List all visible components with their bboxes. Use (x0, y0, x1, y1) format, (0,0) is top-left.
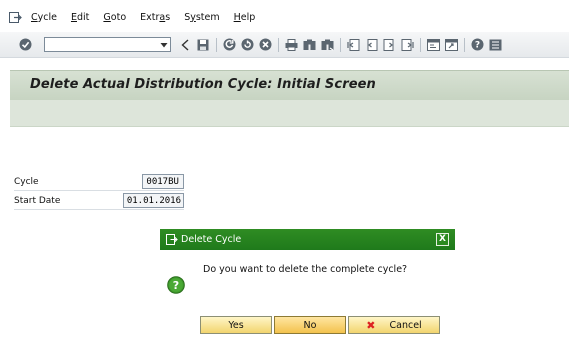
menu-help[interactable]: Help (234, 12, 256, 23)
cycle-label: Cycle (14, 176, 39, 187)
dialog-close-button[interactable]: X (436, 233, 449, 246)
menu-goto[interactable]: Goto (103, 12, 126, 23)
menu-cycle[interactable]: Cycle (31, 12, 57, 23)
delete-cycle-dialog: Delete Cycle X ? Do you want to delete t… (160, 229, 455, 337)
command-field[interactable] (44, 37, 171, 52)
chevron-down-icon[interactable] (160, 41, 168, 49)
cancel-icon[interactable] (258, 38, 272, 52)
svg-text:?: ? (474, 41, 479, 51)
toolbar-separator (216, 37, 217, 52)
title-bar: Delete Actual Distribution Cycle: Initia… (10, 70, 569, 100)
customize-layout-icon[interactable] (488, 38, 502, 52)
dialog-buttons: Yes No ✖ Cancel (200, 316, 442, 334)
dialog-titlebar[interactable]: Delete Cycle X (160, 229, 455, 250)
sap-menu-icon[interactable] (9, 11, 23, 23)
start-date-row: Start Date 01.01.2016 (14, 193, 184, 210)
yes-button-label: Yes (228, 319, 244, 331)
no-button-label: No (303, 319, 317, 331)
command-input[interactable] (45, 38, 153, 51)
menu-edit[interactable]: Edit (71, 12, 89, 23)
no-button[interactable]: No (274, 316, 346, 334)
cycle-field[interactable]: 0017BU (142, 174, 184, 189)
menu-system[interactable]: System (184, 12, 219, 23)
save-icon[interactable] (196, 38, 210, 52)
create-session-icon[interactable] (426, 38, 440, 52)
page-title: Delete Actual Distribution Cycle: Initia… (30, 77, 376, 92)
start-date-field[interactable]: 01.01.2016 (122, 193, 184, 208)
help-icon[interactable]: ? (470, 38, 484, 52)
start-date-label: Start Date (14, 195, 61, 206)
toolbar-separator (340, 37, 341, 52)
question-icon: ? (167, 276, 185, 294)
menu-bar: Cycle Edit Goto Extras System Help (0, 6, 569, 28)
cancel-button-label: Cancel (389, 319, 422, 331)
cancel-button[interactable]: ✖ Cancel (348, 316, 440, 334)
svg-text:?: ? (173, 279, 179, 292)
back-green-icon[interactable] (222, 38, 236, 52)
toolbar-icons: ? (178, 37, 506, 52)
next-page-icon[interactable] (382, 38, 396, 52)
toolbar-separator (420, 37, 421, 52)
dialog-window-icon (166, 234, 178, 245)
find-next-icon[interactable] (320, 38, 334, 52)
last-page-icon[interactable] (400, 38, 414, 52)
exit-icon[interactable] (240, 38, 254, 52)
yes-button[interactable]: Yes (200, 316, 272, 334)
enter-icon[interactable] (18, 38, 32, 52)
dialog-message: Do you want to delete the complete cycle… (203, 264, 408, 275)
shortcut-icon[interactable] (444, 38, 458, 52)
dialog-title: Delete Cycle (181, 234, 242, 245)
previous-page-icon[interactable] (364, 38, 378, 52)
toolbar-separator (464, 37, 465, 52)
menu-extras[interactable]: Extras (140, 12, 170, 23)
cancel-x-icon: ✖ (366, 318, 376, 332)
toolbar-separator (278, 37, 279, 52)
back-icon[interactable] (178, 38, 192, 52)
cycle-row: Cycle 0017BU (14, 174, 184, 191)
first-page-icon[interactable] (346, 38, 360, 52)
application-toolbar (10, 100, 569, 127)
print-icon[interactable] (284, 38, 298, 52)
standard-toolbar: ? (0, 32, 569, 58)
find-icon[interactable] (302, 38, 316, 52)
